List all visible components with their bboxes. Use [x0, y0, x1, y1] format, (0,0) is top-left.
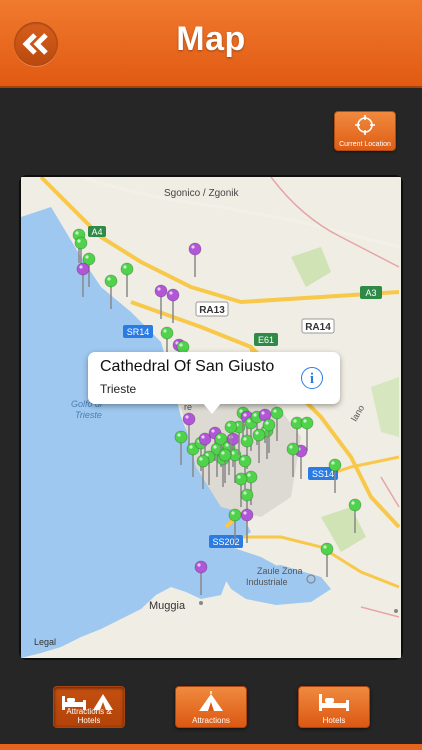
road-shield-ss202: SS202	[209, 535, 243, 548]
tab-hotels[interactable]: Hotels	[298, 686, 370, 728]
svg-text:SR14: SR14	[127, 327, 150, 337]
road-shield-e61: E61	[254, 333, 278, 346]
place-label-industriale: Industriale	[246, 577, 288, 587]
tab-attractions-and-hotels[interactable]: Attractions & Hotels	[53, 686, 125, 728]
road-shield-sr14: SR14	[123, 325, 153, 338]
road-shield-ra13: RA13	[195, 301, 229, 317]
bottom-accent-strip	[0, 744, 422, 750]
sea-label-trieste: Trieste	[75, 410, 102, 420]
svg-text:RA14: RA14	[305, 322, 331, 333]
bed-icon	[319, 694, 349, 711]
map-callout[interactable]: Cathedral Of San Giusto Trieste i	[88, 352, 340, 414]
place-label-zaule: Zaule Zona	[257, 566, 303, 576]
current-location-label: Current Location	[339, 141, 391, 148]
svg-text:E61: E61	[258, 335, 274, 345]
svg-text:RA13: RA13	[199, 305, 225, 316]
tab-label-attractions: Attractions	[192, 716, 230, 725]
tab-label-hotels: Hotels	[322, 716, 346, 725]
tab-attractions[interactable]: Attractions	[175, 686, 247, 728]
tent-icon	[199, 691, 223, 711]
crosshair-icon	[355, 115, 375, 135]
info-icon[interactable]: i	[301, 367, 323, 389]
nav-header: Map	[0, 0, 422, 88]
svg-text:SS14: SS14	[312, 469, 334, 479]
place-label-sgonico: Sgonico / Zgonik	[164, 188, 239, 199]
svg-text:A3: A3	[365, 288, 376, 298]
page-title: Map	[176, 20, 246, 58]
tab-label-attractions-hotels: Attractions & Hotels	[66, 707, 112, 725]
legal-link[interactable]: Legal	[34, 637, 56, 647]
road-shield-a4: A4	[88, 226, 106, 237]
callout-arrow	[202, 402, 222, 414]
callout-subtitle: Trieste	[100, 382, 137, 396]
callout-title: Cathedral Of San Giusto	[100, 358, 275, 375]
road-shield-ra14: RA14	[301, 318, 335, 334]
map-view[interactable]: A4 RA13 SR14 E61 RA14 A3 SS14 SS202 Sgon…	[19, 175, 403, 660]
current-location-button[interactable]: Current Location	[334, 111, 396, 151]
road-shield-a3: A3	[360, 286, 382, 299]
svg-text:A4: A4	[91, 227, 102, 237]
place-label-muggia: Muggia	[149, 600, 186, 612]
